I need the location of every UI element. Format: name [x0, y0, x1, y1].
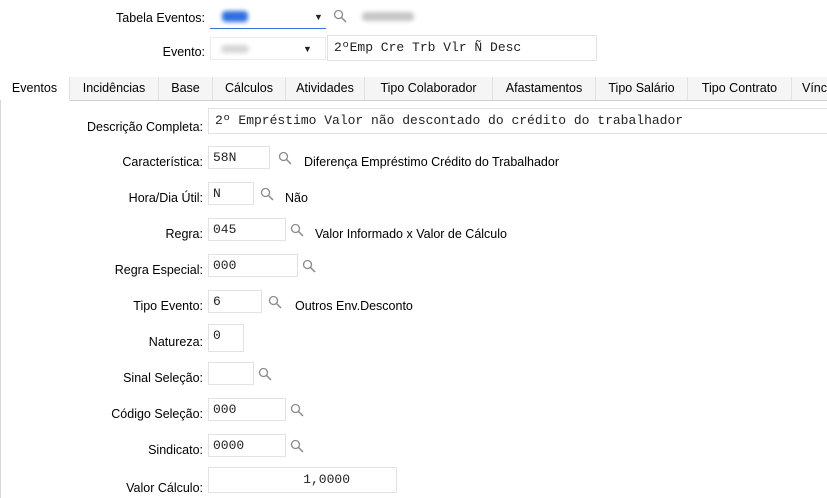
- tipo-evento-input[interactable]: 6: [208, 290, 262, 313]
- caracteristica-label: Característica:: [122, 155, 203, 169]
- tabela-eventos-blurred-value: [222, 11, 248, 22]
- codigo-selecao-input[interactable]: 000: [208, 398, 286, 421]
- regra-desc: Valor Informado x Valor de Cálculo: [315, 227, 507, 241]
- caracteristica-desc: Diferença Empréstimo Crédito do Trabalha…: [304, 155, 559, 169]
- hora-dia-search-icon[interactable]: [256, 183, 278, 205]
- tipo-evento-desc: Outros Env.Desconto: [295, 299, 413, 313]
- tab-bar: Eventos Incidências Base Cálculos Ativid…: [0, 77, 827, 101]
- regra-especial-input[interactable]: 000: [208, 254, 298, 277]
- caracteristica-search-icon[interactable]: [274, 147, 296, 169]
- tabela-eventos-search-icon[interactable]: [329, 5, 351, 27]
- descricao-label: Descrição Completa:: [86, 120, 203, 134]
- valor-calculo-label: Valor Cálculo:: [126, 481, 203, 495]
- regra-especial-search-icon[interactable]: [298, 255, 320, 277]
- tab-tipo-salario[interactable]: Tipo Salário: [596, 77, 688, 100]
- sinal-selecao-search-icon[interactable]: [254, 363, 276, 385]
- tabela-eventos-label: Tabela Eventos:: [116, 11, 205, 25]
- evento-blurred-value: [221, 45, 249, 53]
- evento-dropdown-icon[interactable]: ▼: [303, 44, 312, 54]
- codigo-selecao-search-icon[interactable]: [286, 399, 308, 421]
- tab-vinculo[interactable]: Vínc: [792, 77, 827, 100]
- evento-label: Evento:: [162, 45, 205, 59]
- hora-dia-input[interactable]: N: [208, 182, 254, 205]
- regra-especial-label: Regra Especial:: [114, 263, 203, 277]
- sindicato-input[interactable]: 0000: [208, 434, 286, 457]
- tabela-eventos-blurred-desc: [362, 12, 414, 21]
- tab-tipo-colaborador[interactable]: Tipo Colaborador: [365, 77, 493, 100]
- regra-label: Regra:: [165, 227, 203, 241]
- natureza-label: Natureza:: [148, 335, 203, 349]
- sindicato-search-icon[interactable]: [286, 435, 308, 457]
- tab-incidencias[interactable]: Incidências: [70, 77, 159, 100]
- tab-eventos[interactable]: Eventos: [0, 77, 70, 101]
- tipo-evento-label: Tipo Evento:: [133, 299, 203, 313]
- sinal-selecao-label: Sinal Seleção:: [123, 371, 203, 385]
- regra-input[interactable]: 045: [208, 218, 286, 241]
- natureza-input[interactable]: 0: [208, 324, 244, 352]
- evento-description: 2ºEmp Cre Trb Vlr Ñ Desc: [327, 35, 597, 61]
- caracteristica-input[interactable]: 58N: [208, 146, 270, 169]
- panel-border: [0, 100, 1, 498]
- hora-dia-desc: Não: [285, 191, 308, 205]
- tipo-evento-search-icon[interactable]: [264, 291, 286, 313]
- valor-calculo-input[interactable]: 1,0000: [208, 467, 397, 493]
- tab-atividades[interactable]: Atividades: [286, 77, 365, 100]
- sindicato-label: Sindicato:: [148, 443, 203, 457]
- descricao-input[interactable]: 2º Empréstimo Valor não descontado do cr…: [208, 108, 827, 134]
- tab-base[interactable]: Base: [159, 77, 213, 100]
- hora-dia-label: Hora/Dia Útil:: [128, 191, 203, 205]
- sinal-selecao-input[interactable]: [208, 362, 254, 385]
- codigo-selecao-label: Código Seleção:: [111, 407, 203, 421]
- tab-tipo-contrato[interactable]: Tipo Contrato: [688, 77, 792, 100]
- tabela-eventos-input[interactable]: [210, 6, 326, 29]
- regra-search-icon[interactable]: [286, 219, 308, 241]
- tab-afastamentos[interactable]: Afastamentos: [493, 77, 596, 100]
- tab-calculos[interactable]: Cálculos: [213, 77, 286, 100]
- tabela-eventos-dropdown-icon[interactable]: ▼: [314, 12, 323, 22]
